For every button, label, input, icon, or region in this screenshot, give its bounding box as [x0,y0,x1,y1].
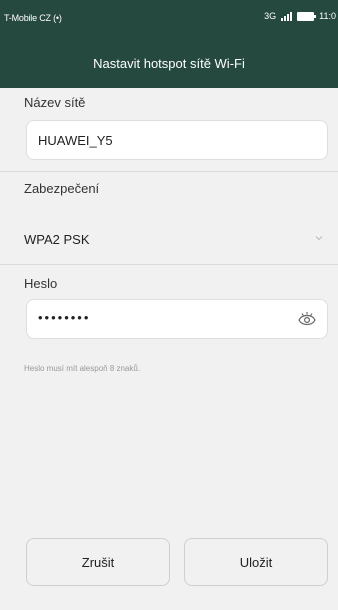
network-name-label: Název sítě [24,95,86,110]
password-value: •••••••• [38,310,91,325]
divider [0,264,338,265]
security-select[interactable]: WPA2 PSK [0,218,338,262]
page-title: Nastavit hotspot sítě Wi-Fi [0,40,338,88]
carrier-name: T-Mobile CZ (•) [4,13,62,23]
security-value: WPA2 PSK [24,232,90,247]
password-label: Heslo [24,276,58,291]
security-label: Zabezpečení [24,181,100,196]
network-type: 3G [264,11,277,21]
clock: 11:0 [319,11,336,21]
save-button[interactable]: Uložit [184,538,328,586]
status-icons: 3G 11:0 [264,11,336,21]
cancel-button[interactable]: Zrušit [26,538,170,586]
divider [0,171,338,172]
password-field[interactable]: •••••••• [26,299,328,339]
status-bar: T-Mobile CZ (•) 3G 11:0 [0,0,338,40]
chevron-down-icon [315,236,323,241]
eye-icon[interactable] [297,310,317,328]
network-name-field[interactable]: HUAWEI_Y5 [26,120,328,160]
signal-bars-icon [281,11,293,21]
password-hint: Heslo musí mít alespoň 8 znaků. [24,364,141,373]
network-name-value: HUAWEI_Y5 [38,133,113,148]
battery-icon [297,11,317,21]
